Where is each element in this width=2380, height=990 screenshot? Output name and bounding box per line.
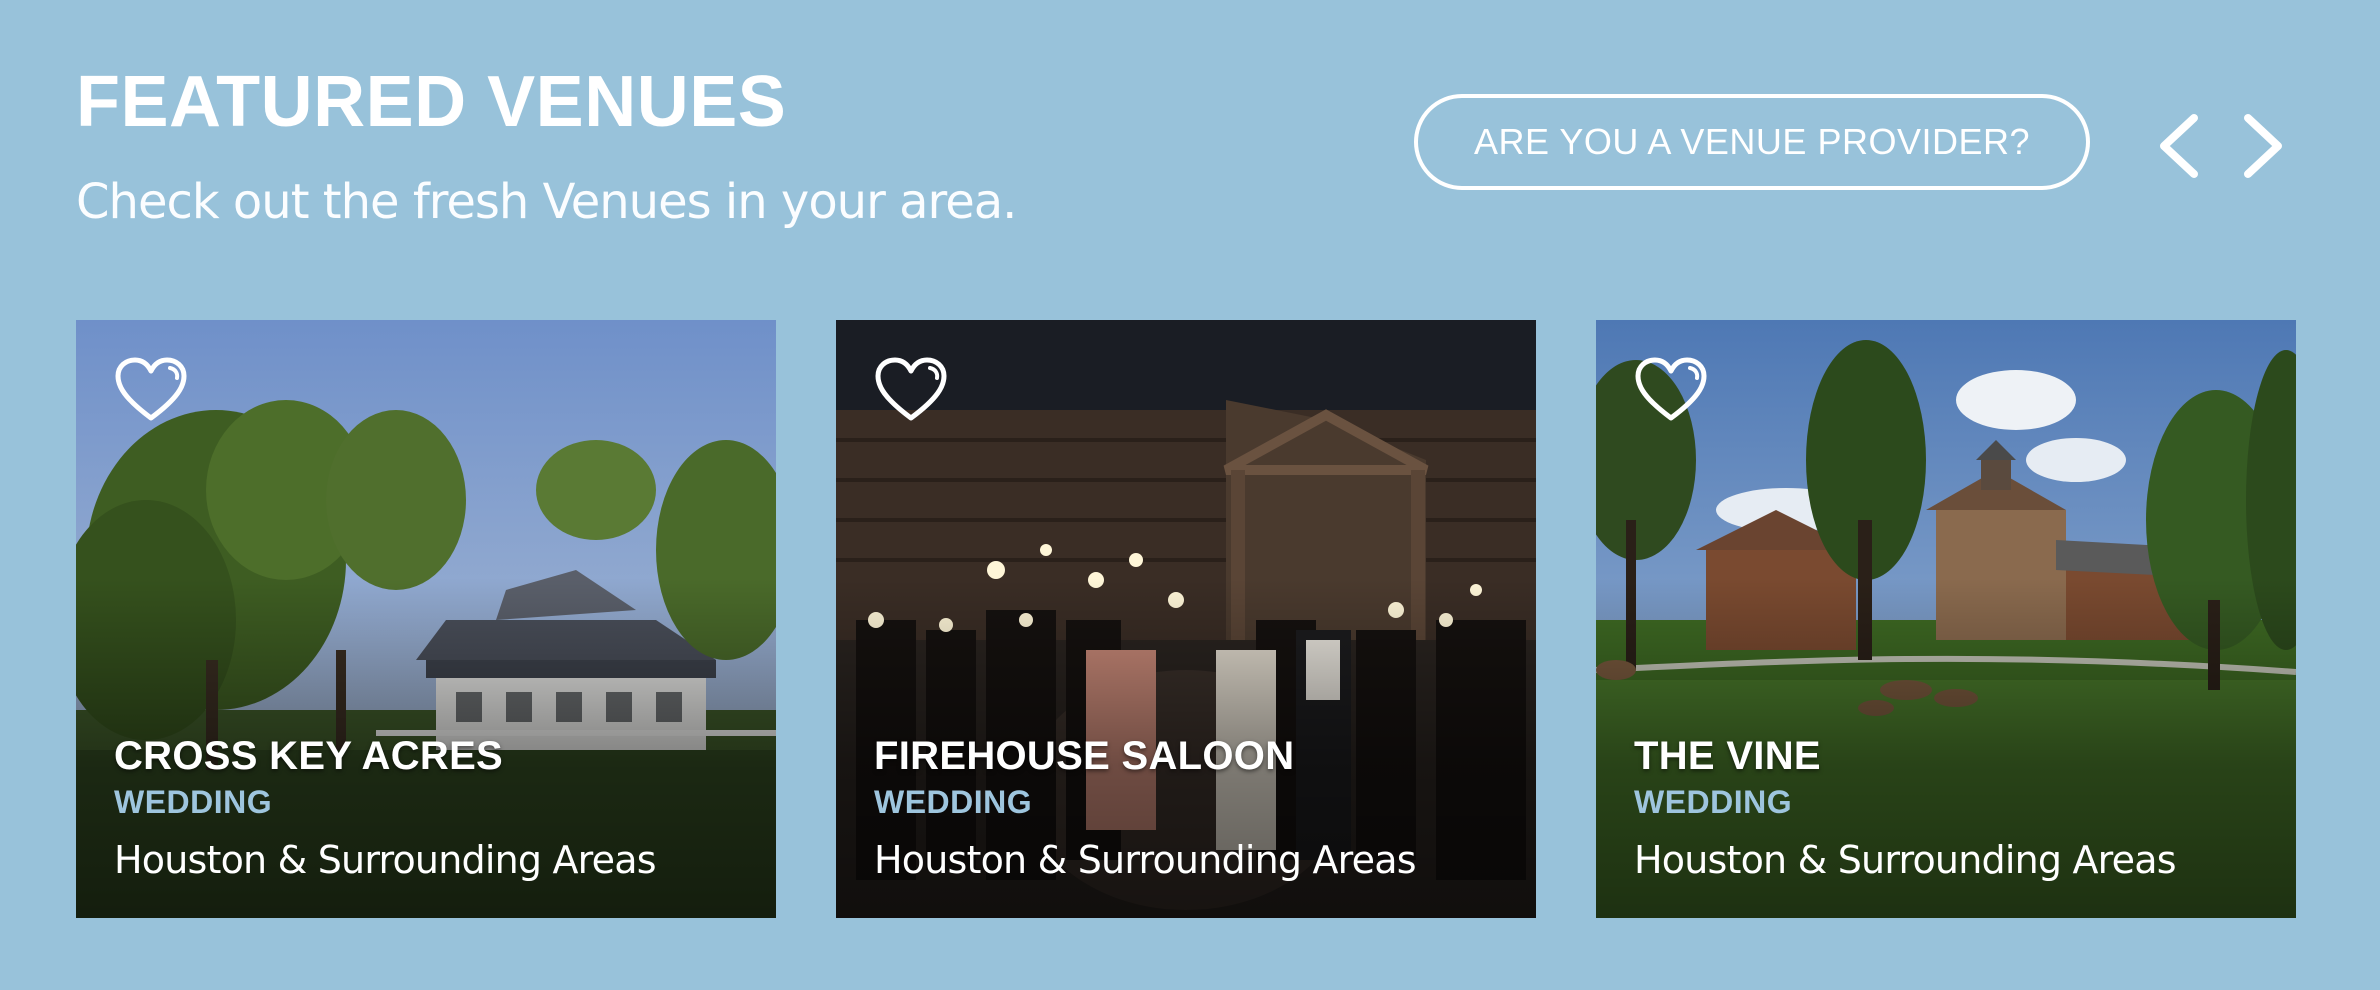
heart-icon[interactable] [1634, 356, 1708, 424]
section-title: FEATURED VENUES [76, 62, 787, 142]
chevron-left-icon[interactable] [2154, 112, 2202, 180]
venue-card-firehouse-saloon[interactable]: FIREHOUSE SALOON WEDDING Houston & Surro… [836, 320, 1536, 918]
venue-card-the-vine[interactable]: THE VINE WEDDING Houston & Surrounding A… [1596, 320, 2296, 918]
venue-location: Houston & Surrounding Areas [114, 838, 657, 882]
venue-name: THE VINE [1634, 734, 1821, 778]
section-subtitle: Check out the fresh Venues in your area. [76, 174, 1017, 230]
venue-category: WEDDING [1634, 784, 1793, 820]
venue-category: WEDDING [114, 784, 273, 820]
venue-name: CROSS KEY ACRES [114, 734, 504, 778]
heart-icon[interactable] [874, 356, 948, 424]
venue-location: Houston & Surrounding Areas [1634, 838, 2177, 882]
chevron-right-icon[interactable] [2240, 112, 2288, 180]
venue-name: FIREHOUSE SALOON [874, 734, 1295, 778]
venue-category: WEDDING [874, 784, 1033, 820]
heart-icon[interactable] [114, 356, 188, 424]
venue-provider-button[interactable]: ARE YOU A VENUE PROVIDER? [1414, 94, 2090, 190]
venue-location: Houston & Surrounding Areas [874, 838, 1417, 882]
venue-card-cross-key-acres[interactable]: CROSS KEY ACRES WEDDING Houston & Surrou… [76, 320, 776, 918]
